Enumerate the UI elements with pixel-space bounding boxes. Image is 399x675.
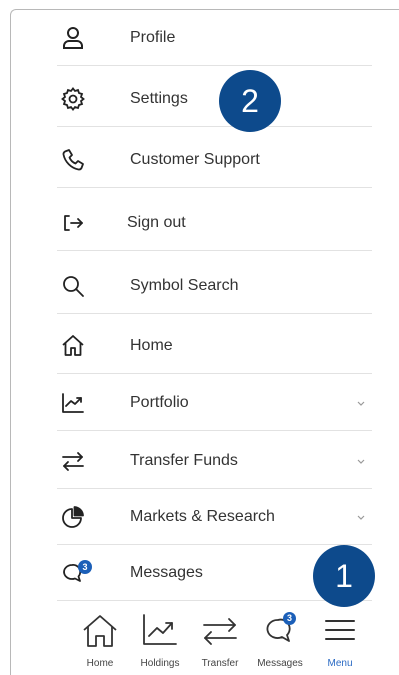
transfer-arrows-icon bbox=[203, 618, 237, 645]
menu-item-markets-research[interactable]: Markets & Research bbox=[57, 489, 372, 545]
bottom-nav-label: Messages bbox=[257, 658, 303, 669]
menu-item-customer-support[interactable]: Customer Support bbox=[57, 132, 372, 188]
bottom-nav-label: Menu bbox=[327, 658, 353, 669]
menu-item-symbol-search[interactable]: Symbol Search bbox=[57, 258, 372, 314]
chevron-down-icon[interactable] bbox=[356, 512, 366, 522]
bottom-nav-home[interactable]: Home bbox=[70, 606, 130, 675]
chevron-down-icon[interactable] bbox=[356, 456, 366, 466]
menu-item-transfer-funds[interactable]: Transfer Funds bbox=[57, 433, 372, 489]
menu-item-label: Profile bbox=[130, 28, 176, 46]
bottom-nav: Home Holdings Transfer 3 Messages Menu bbox=[70, 606, 370, 675]
gear-icon bbox=[57, 83, 89, 115]
callout-1: 1 bbox=[313, 545, 375, 607]
callout-2: 2 bbox=[219, 70, 281, 132]
chart-up-icon bbox=[143, 614, 177, 645]
menu-item-portfolio[interactable]: Portfolio bbox=[57, 375, 372, 431]
bottom-nav-label: Transfer bbox=[201, 658, 239, 669]
home-icon bbox=[83, 615, 117, 647]
menu-item-label: Customer Support bbox=[130, 150, 260, 168]
profile-icon bbox=[57, 22, 89, 54]
phone-icon bbox=[57, 144, 89, 176]
menu-item-home[interactable]: Home bbox=[57, 318, 372, 374]
menu-item-profile[interactable]: Profile bbox=[57, 10, 372, 66]
menu-item-label: Home bbox=[130, 336, 173, 354]
home-icon bbox=[57, 330, 89, 362]
menu-item-label: Portfolio bbox=[130, 393, 189, 411]
search-icon bbox=[57, 270, 89, 302]
sign-out-icon bbox=[57, 207, 89, 239]
chart-up-icon bbox=[57, 387, 89, 419]
transfer-arrows-icon bbox=[57, 445, 89, 477]
hamburger-icon bbox=[325, 620, 355, 640]
bottom-nav-transfer[interactable]: Transfer bbox=[190, 606, 250, 675]
menu-item-label: Markets & Research bbox=[130, 507, 275, 525]
bottom-nav-menu[interactable]: Menu bbox=[310, 606, 370, 675]
menu-item-sign-out[interactable]: Sign out bbox=[57, 195, 372, 251]
bottom-nav-label: Home bbox=[86, 658, 114, 669]
menu-item-label: Symbol Search bbox=[130, 276, 239, 294]
bottom-nav-label: Holdings bbox=[140, 658, 180, 669]
pie-chart-icon bbox=[57, 501, 89, 533]
menu-item-label: Sign out bbox=[127, 213, 186, 231]
menu-item-settings[interactable]: Settings bbox=[57, 71, 372, 127]
bottom-nav-holdings[interactable]: Holdings bbox=[130, 606, 190, 675]
messages-badge: 3 bbox=[78, 560, 92, 574]
bottom-nav-messages[interactable]: 3 Messages bbox=[250, 606, 310, 675]
menu-item-label: Settings bbox=[130, 89, 188, 107]
messages-badge: 3 bbox=[283, 612, 296, 625]
menu-item-label: Messages bbox=[130, 563, 203, 581]
menu-item-label: Transfer Funds bbox=[130, 451, 238, 469]
chevron-down-icon[interactable] bbox=[356, 398, 366, 408]
